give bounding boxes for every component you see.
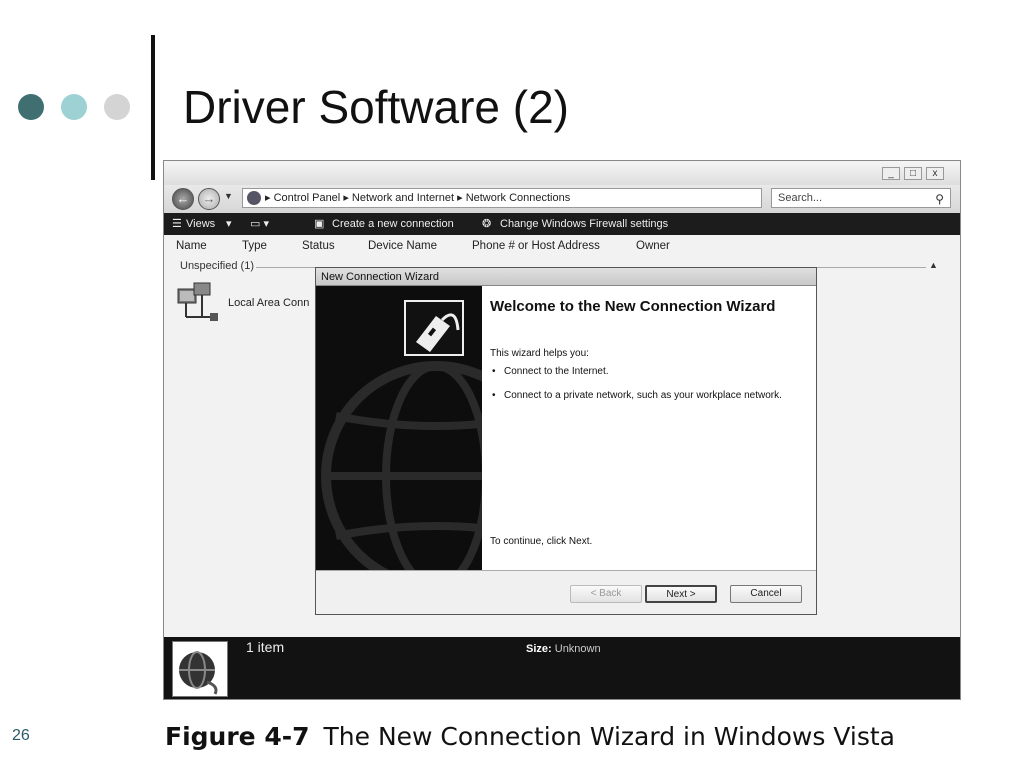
wizard-side-panel: [316, 286, 482, 570]
back-button[interactable]: < Back: [570, 585, 642, 603]
views-dropdown-icon[interactable]: ▾: [226, 213, 232, 235]
search-icon[interactable]: ⚲: [935, 190, 944, 208]
col-name[interactable]: Name: [176, 240, 207, 252]
wizard-content: Welcome to the New Connection Wizard Thi…: [482, 286, 816, 570]
breadcrumb-network-internet[interactable]: Network and Internet: [352, 192, 454, 204]
next-button[interactable]: Next >: [645, 585, 717, 603]
breadcrumb-sep: ▸: [343, 192, 349, 204]
decor-dot-light: [61, 94, 87, 120]
minimize-button[interactable]: _: [882, 167, 900, 180]
details-pane: 1 item Size: Unknown: [164, 637, 960, 699]
col-owner[interactable]: Owner: [636, 240, 670, 252]
breadcrumb-control-panel[interactable]: Control Panel: [274, 192, 341, 204]
close-button[interactable]: x: [926, 167, 944, 180]
address-bar[interactable]: ▸ Control Panel ▸ Network and Internet ▸…: [242, 188, 833, 208]
figure-caption: Figure 4-7 The New Connection Wizard in W…: [165, 722, 895, 751]
col-status[interactable]: Status: [302, 240, 335, 252]
item-count: 1 item: [246, 639, 285, 655]
size-info: Size: Unknown: [526, 643, 601, 655]
wizard-heading: Welcome to the New Connection Wizard: [490, 298, 776, 315]
wizard-button-bar: < Back Next > Cancel: [316, 570, 816, 614]
create-connection-button[interactable]: Create a new connection: [332, 213, 454, 235]
firewall-settings-button[interactable]: Change Windows Firewall settings: [500, 213, 668, 235]
wizard-intro: This wizard helps you:: [490, 348, 589, 359]
search-placeholder: Search...: [778, 192, 823, 204]
address-row: ← → ▼ ▸ Control Panel ▸ Network and Inte…: [164, 185, 960, 213]
title-divider: [151, 35, 155, 180]
collapse-group-icon[interactable]: ▲: [929, 260, 938, 270]
col-phone-host[interactable]: Phone # or Host Address: [472, 240, 600, 252]
wizard-continue-text: To continue, click Next.: [490, 536, 593, 547]
col-device-name[interactable]: Device Name: [368, 240, 437, 252]
wizard-title: New Connection Wizard: [316, 268, 816, 286]
explorer-screenshot: _ □ x ← → ▼ ▸ Control Panel ▸ Network an…: [163, 160, 961, 700]
col-type[interactable]: Type: [242, 240, 267, 252]
wizard-bullet: Connect to the Internet.: [490, 366, 790, 377]
breadcrumb-network-connections[interactable]: Network Connections: [466, 192, 571, 204]
forward-arrow-icon[interactable]: →: [198, 188, 220, 210]
caption-text: The New Connection Wizard in Windows Vis…: [323, 722, 895, 751]
caption-label: Figure 4-7: [165, 722, 310, 751]
new-connection-wizard: New Connection Wizard Welcome to the New…: [315, 267, 817, 615]
network-cable-icon: [404, 300, 464, 356]
column-headers: Name Type Status Device Name Phone # or …: [164, 237, 960, 255]
breadcrumb-sep: ▸: [265, 192, 271, 204]
size-label: Size:: [526, 643, 552, 655]
group-label[interactable]: Unspecified (1): [180, 260, 254, 272]
decor-dot-gray: [104, 94, 130, 120]
cancel-button[interactable]: Cancel: [730, 585, 802, 603]
slide-number: 26: [12, 727, 30, 744]
wizard-bullet: Connect to a private network, such as yo…: [490, 390, 790, 401]
history-dropdown-icon[interactable]: ▼: [224, 191, 233, 201]
firewall-icon: ❂: [482, 218, 492, 230]
slide: Driver Software (2) _ □ x ← → ▼ ▸ Contro…: [0, 0, 1024, 768]
lan-connection-icon[interactable]: [174, 279, 222, 323]
slide-title: Driver Software (2): [183, 81, 569, 133]
window-titlebar: _ □ x: [164, 161, 960, 185]
network-folder-icon: [247, 191, 261, 205]
new-connection-icon: ▣: [314, 218, 325, 230]
network-connections-icon: [172, 641, 228, 697]
search-input[interactable]: Search... ⚲: [771, 188, 951, 208]
size-value: Unknown: [554, 643, 601, 655]
decor-dot-dark: [18, 94, 44, 120]
command-toolbar: ☰ Views ▾ ▭ ▾ ▣ Create a new connection …: [164, 213, 960, 235]
lan-connection-label[interactable]: Local Area Conn: [228, 297, 309, 309]
maximize-button[interactable]: □: [904, 167, 922, 180]
layout-icon[interactable]: ▭ ▾: [250, 213, 269, 235]
breadcrumb-sep: ▸: [457, 192, 463, 204]
views-button[interactable]: Views: [186, 213, 215, 235]
back-arrow-icon[interactable]: ←: [172, 188, 194, 210]
views-icon[interactable]: ☰: [172, 213, 182, 235]
